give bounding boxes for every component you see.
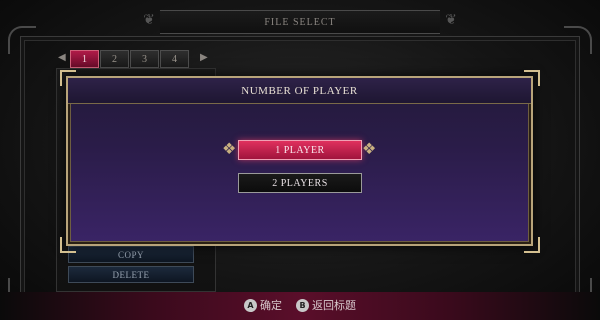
player-count-dialog: NUMBER OF PLAYER xyxy=(66,76,533,246)
back-hint-label: 返回标题 xyxy=(312,299,356,312)
two-players-option[interactable]: 2 PLAYERS xyxy=(238,173,362,193)
confirm-hint-label: 确定 xyxy=(260,299,282,312)
button-hints: A 确定 B 返回标题 xyxy=(0,297,600,313)
header-ornament-icon: ❦ xyxy=(143,13,155,28)
tab-file-4[interactable]: 4 xyxy=(160,50,189,68)
tab-file-1[interactable]: 1 xyxy=(70,50,99,68)
frame-ornament-icon xyxy=(8,26,36,54)
a-button-icon: A xyxy=(244,298,257,312)
dialog-corner-ornament-icon xyxy=(60,237,76,253)
tab-right-arrow-icon[interactable]: ▶ xyxy=(200,52,208,63)
back-hint[interactable]: B 返回标题 xyxy=(296,297,356,313)
frame-ornament-icon xyxy=(564,26,592,54)
dialog-title: NUMBER OF PLAYER xyxy=(68,78,531,104)
confirm-hint[interactable]: A 确定 xyxy=(244,297,282,313)
tab-file-3[interactable]: 3 xyxy=(130,50,159,68)
one-player-option[interactable]: 1 PLAYER xyxy=(238,140,362,160)
selection-ornament-left-icon: ❖ xyxy=(222,141,237,158)
tab-left-arrow-icon[interactable]: ◀ xyxy=(58,52,66,63)
dialog-corner-ornament-icon xyxy=(60,70,76,86)
delete-button[interactable]: DELETE xyxy=(68,266,194,283)
b-button-icon: B xyxy=(296,298,309,312)
game-screen: ❦ ❦ FILE SELECT ◀ 1 2 3 4 ▶ COPY DELETE … xyxy=(0,0,600,320)
file-tabs: 1 2 3 4 xyxy=(70,50,190,68)
dialog-corner-ornament-icon xyxy=(524,70,540,86)
selection-ornament-right-icon: ❖ xyxy=(362,141,377,158)
dialog-corner-ornament-icon xyxy=(524,237,540,253)
copy-button[interactable]: COPY xyxy=(68,246,194,263)
header-ornament-icon: ❦ xyxy=(445,13,457,28)
tab-file-2[interactable]: 2 xyxy=(100,50,129,68)
page-title: FILE SELECT xyxy=(160,10,440,34)
